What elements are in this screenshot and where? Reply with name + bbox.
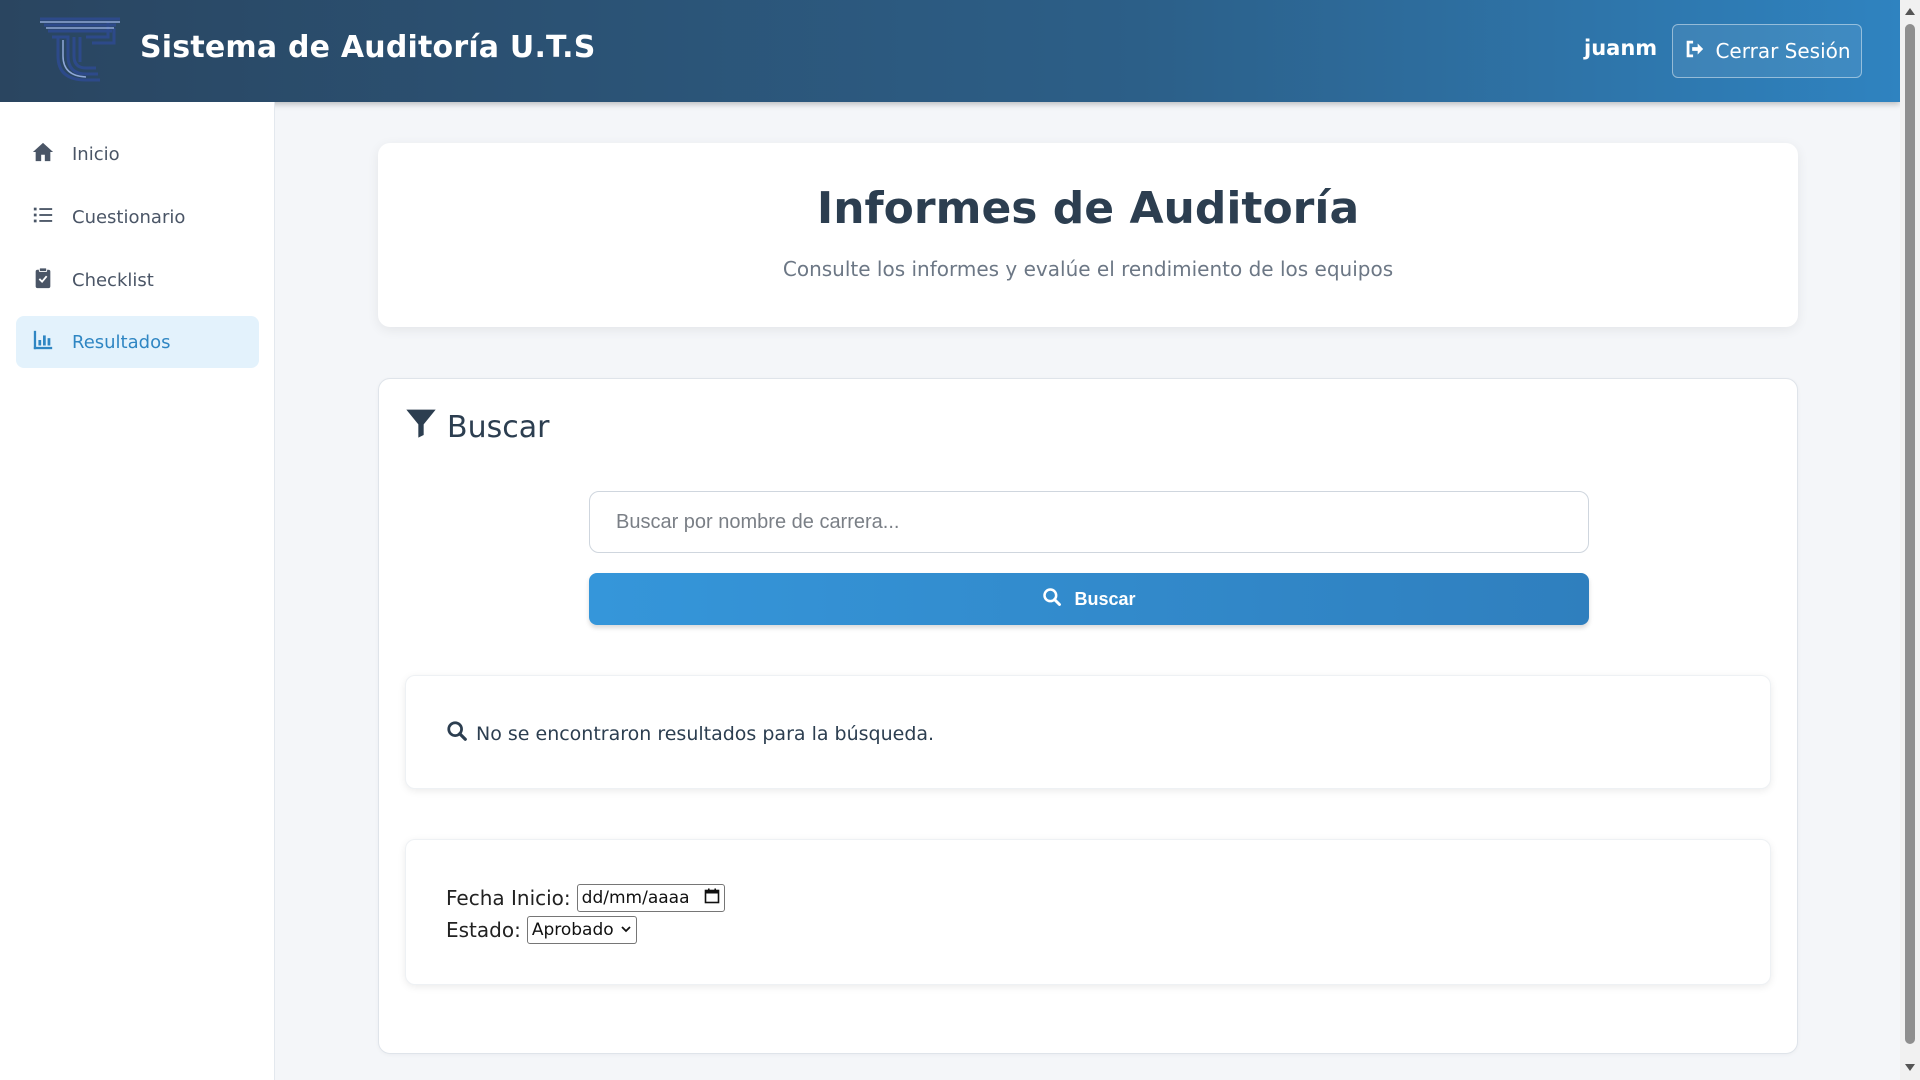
page-scrollbar[interactable]: [1900, 0, 1920, 1080]
search-heading-label: Buscar: [447, 409, 550, 445]
search-button[interactable]: Buscar: [589, 573, 1589, 625]
app-title: Sistema de Auditoría U.T.S: [140, 30, 596, 65]
list-icon: [32, 204, 54, 231]
chevron-down-icon: [620, 920, 632, 940]
clipboard-check-icon: [32, 266, 54, 294]
logout-button[interactable]: Cerrar Sesión: [1672, 24, 1862, 78]
scroll-down-arrow-icon[interactable]: [1905, 1064, 1915, 1071]
sidebar-item-inicio[interactable]: Inicio: [16, 128, 259, 180]
page-header-card: Informes de Auditoría Consulte los infor…: [378, 143, 1798, 327]
top-header: Sistema de Auditoría U.T.S juanm Cerrar …: [0, 0, 1900, 102]
sidebar-item-label: Cuestionario: [72, 206, 186, 228]
date-filter-label: Fecha Inicio:: [446, 886, 571, 910]
sidebar: Inicio Cuestionario Checklist Resultados: [0, 102, 275, 1080]
scrollbar-thumb[interactable]: [1905, 24, 1915, 1044]
page-title: Informes de Auditoría: [816, 183, 1360, 234]
sidebar-item-checklist[interactable]: Checklist: [16, 254, 259, 306]
status-filter-label: Estado:: [446, 918, 521, 942]
search-icon: [1042, 587, 1062, 612]
status-filter-row: Estado: Aprobado: [446, 916, 637, 944]
date-filter-row: Fecha Inicio: dd/mm/aaaa: [446, 884, 725, 912]
search-heading: Buscar: [405, 407, 549, 447]
sidebar-item-label: Checklist: [72, 269, 154, 291]
filter-icon: [405, 407, 437, 447]
username-label: juanm: [1584, 36, 1658, 60]
empty-results-text: No se encontraron resultados para la bús…: [476, 722, 935, 745]
home-icon: [32, 141, 54, 168]
sidebar-item-cuestionario[interactable]: Cuestionario: [16, 191, 259, 243]
bar-chart-icon: [32, 329, 54, 356]
search-card: Buscar Buscar No se encontraron resultad…: [378, 378, 1798, 1054]
scroll-up-arrow-icon[interactable]: [1905, 8, 1915, 15]
filters-card: Fecha Inicio: dd/mm/aaaa Estado: Aprobad…: [405, 839, 1771, 985]
sidebar-item-resultados[interactable]: Resultados: [16, 316, 259, 368]
sidebar-item-label: Resultados: [72, 331, 171, 353]
page-subtitle: Consulte los informes y evalúe el rendim…: [782, 257, 1394, 281]
search-icon: [446, 720, 468, 747]
search-button-label: Buscar: [1074, 588, 1136, 609]
calendar-icon[interactable]: [704, 888, 720, 909]
date-placeholder: dd/mm/aaaa: [581, 888, 690, 908]
sidebar-item-label: Inicio: [72, 143, 120, 165]
empty-results-card: No se encontraron resultados para la bús…: [405, 675, 1771, 789]
sign-out-icon: [1683, 38, 1705, 65]
logout-label: Cerrar Sesión: [1715, 39, 1851, 63]
date-start-input[interactable]: dd/mm/aaaa: [576, 884, 725, 912]
uts-logo-icon[interactable]: [38, 16, 122, 82]
status-selected-value: Aprobado: [531, 920, 614, 940]
status-select[interactable]: Aprobado: [526, 916, 637, 944]
search-input[interactable]: [589, 491, 1589, 553]
empty-results-message: No se encontraron resultados para la bús…: [446, 720, 934, 747]
